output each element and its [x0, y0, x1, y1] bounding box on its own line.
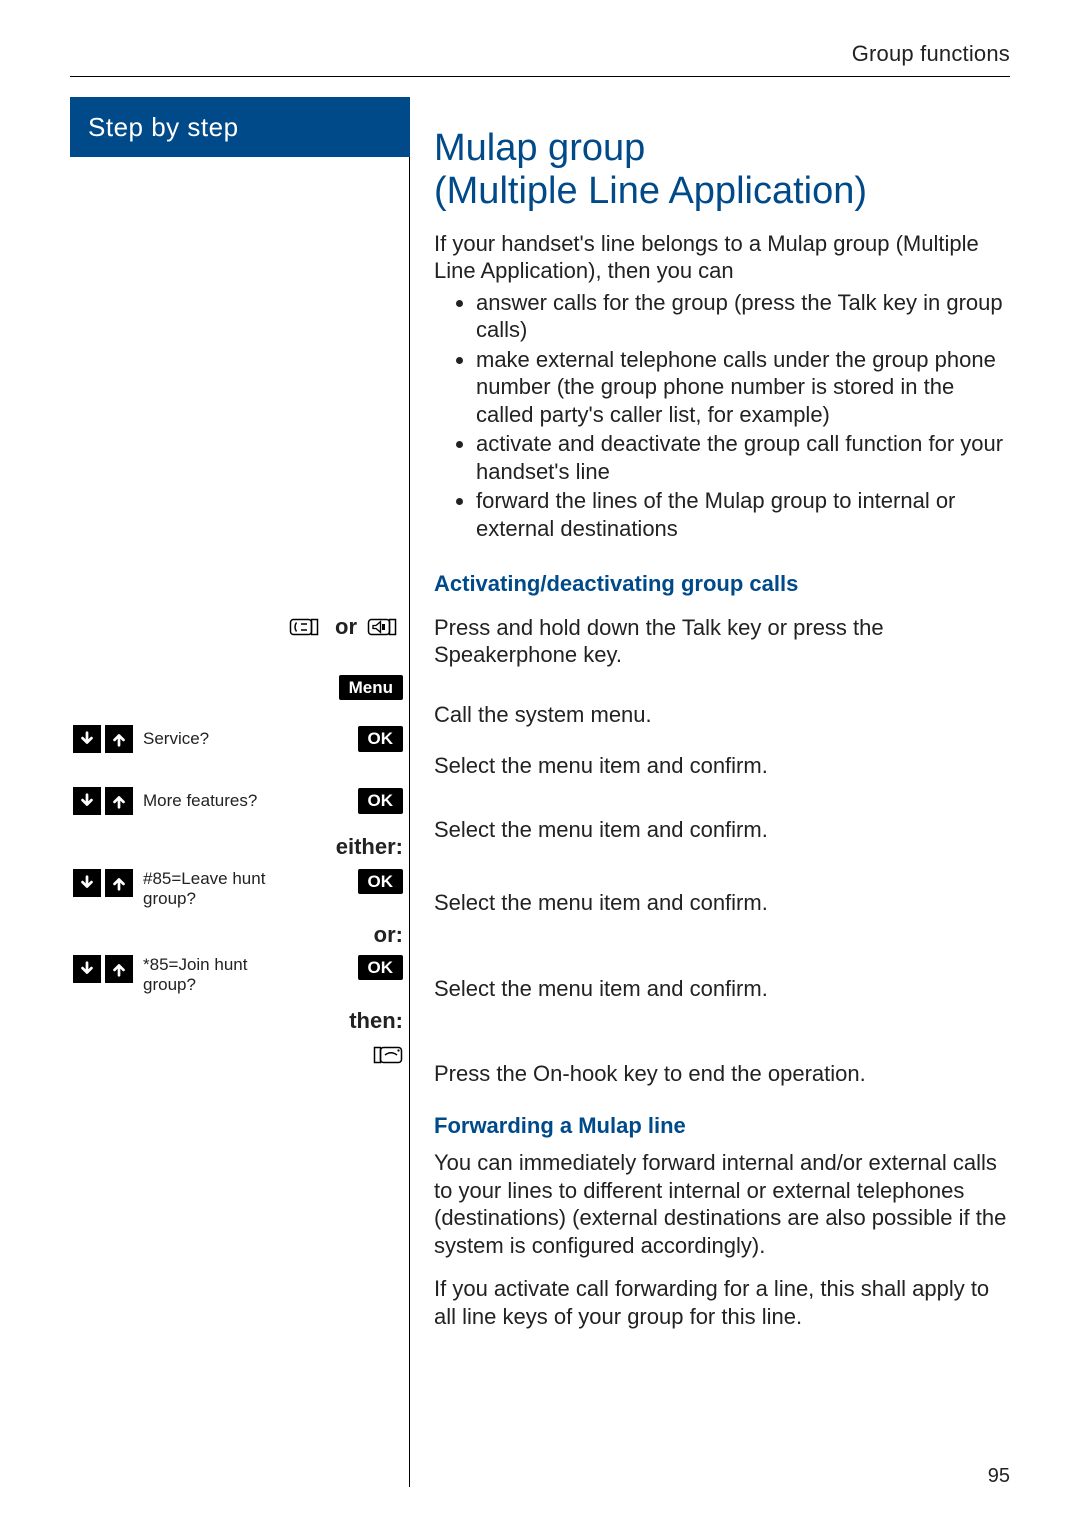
list-item: forward the lines of the Mulap group to … — [476, 487, 1010, 542]
instr-select-4: Select the menu item and confirm. — [434, 975, 1010, 1003]
ok-badge: OK — [358, 869, 404, 894]
page-title: Mulap group (Multiple Line Application) — [434, 127, 1010, 214]
step-row-talk-key: or — [289, 613, 403, 641]
speakerphone-key-icon — [367, 613, 403, 641]
step-text-more-features: More features? — [143, 791, 257, 811]
intro-paragraph: If your handset's line belongs to a Mula… — [434, 230, 1010, 285]
instr-select-1: Select the menu item and confirm. — [434, 752, 1010, 780]
sidebar: Step by step or — [70, 97, 410, 1488]
step-row-service: Service? OK — [73, 725, 403, 753]
subheading-forwarding: Forwarding a Mulap line — [434, 1112, 1010, 1140]
on-hook-key-icon — [367, 1041, 403, 1069]
title-line-1: Mulap group — [434, 127, 645, 169]
header-rule — [70, 76, 1010, 77]
instr-press-onhook: Press the On-hook key to end the operati… — [434, 1060, 1010, 1088]
step-row-join-hunt: *85=Join hunt group? OK — [73, 955, 403, 994]
step-text-service: Service? — [143, 729, 209, 749]
step-row-then: then: — [349, 1007, 403, 1035]
arrow-up-icon — [105, 725, 133, 753]
arrow-down-icon — [73, 955, 101, 983]
arrow-up-icon — [105, 787, 133, 815]
page-number: 95 — [988, 1464, 1010, 1489]
step-row-either: either: — [336, 833, 403, 861]
instr-select-3: Select the menu item and confirm. — [434, 889, 1010, 917]
step-text-leave-hunt: #85=Leave hunt group? — [143, 869, 293, 908]
sidebar-body: or Menu — [70, 157, 410, 1487]
step-row-leave-hunt: #85=Leave hunt group? OK — [73, 869, 403, 908]
list-item: answer calls for the group (press the Ta… — [476, 289, 1010, 344]
content: Mulap group (Multiple Line Application) … — [410, 97, 1010, 1488]
subheading-activating: Activating/deactivating group calls — [434, 570, 1010, 598]
title-line-2: (Multiple Line Application) — [434, 170, 867, 212]
step-text-join-hunt: *85=Join hunt group? — [143, 955, 293, 994]
ok-badge: OK — [358, 955, 404, 980]
step-by-step-header: Step by step — [70, 97, 410, 158]
instr-select-2: Select the menu item and confirm. — [434, 816, 1010, 844]
step-row-menu: Menu — [339, 675, 403, 700]
step-row-more-features: More features? OK — [73, 787, 403, 815]
talk-key-icon — [289, 613, 325, 641]
list-item: activate and deactivate the group call f… — [476, 430, 1010, 485]
ok-badge: OK — [358, 726, 404, 751]
instr-press-talk: Press and hold down the Talk key or pres… — [434, 614, 1010, 669]
arrow-down-icon — [73, 787, 101, 815]
fwd-paragraph-1: You can immediately forward internal and… — [434, 1149, 1010, 1259]
arrow-down-icon — [73, 725, 101, 753]
instr-call-menu: Call the system menu. — [434, 701, 1010, 729]
either-label: either: — [336, 833, 403, 861]
step-row-onhook — [367, 1041, 403, 1069]
fwd-paragraph-2: If you activate call forwarding for a li… — [434, 1275, 1010, 1330]
menu-badge: Menu — [339, 675, 403, 700]
header-section: Group functions — [70, 40, 1010, 76]
list-item: make external telephone calls under the … — [476, 346, 1010, 429]
arrow-up-icon — [105, 869, 133, 897]
bullet-list: answer calls for the group (press the Ta… — [434, 289, 1010, 543]
ok-badge: OK — [358, 788, 404, 813]
step-row-or: or: — [374, 921, 403, 949]
arrow-down-icon — [73, 869, 101, 897]
arrow-up-icon — [105, 955, 133, 983]
then-label: then: — [349, 1007, 403, 1035]
or-label-2: or: — [374, 921, 403, 949]
or-label: or — [335, 613, 357, 641]
